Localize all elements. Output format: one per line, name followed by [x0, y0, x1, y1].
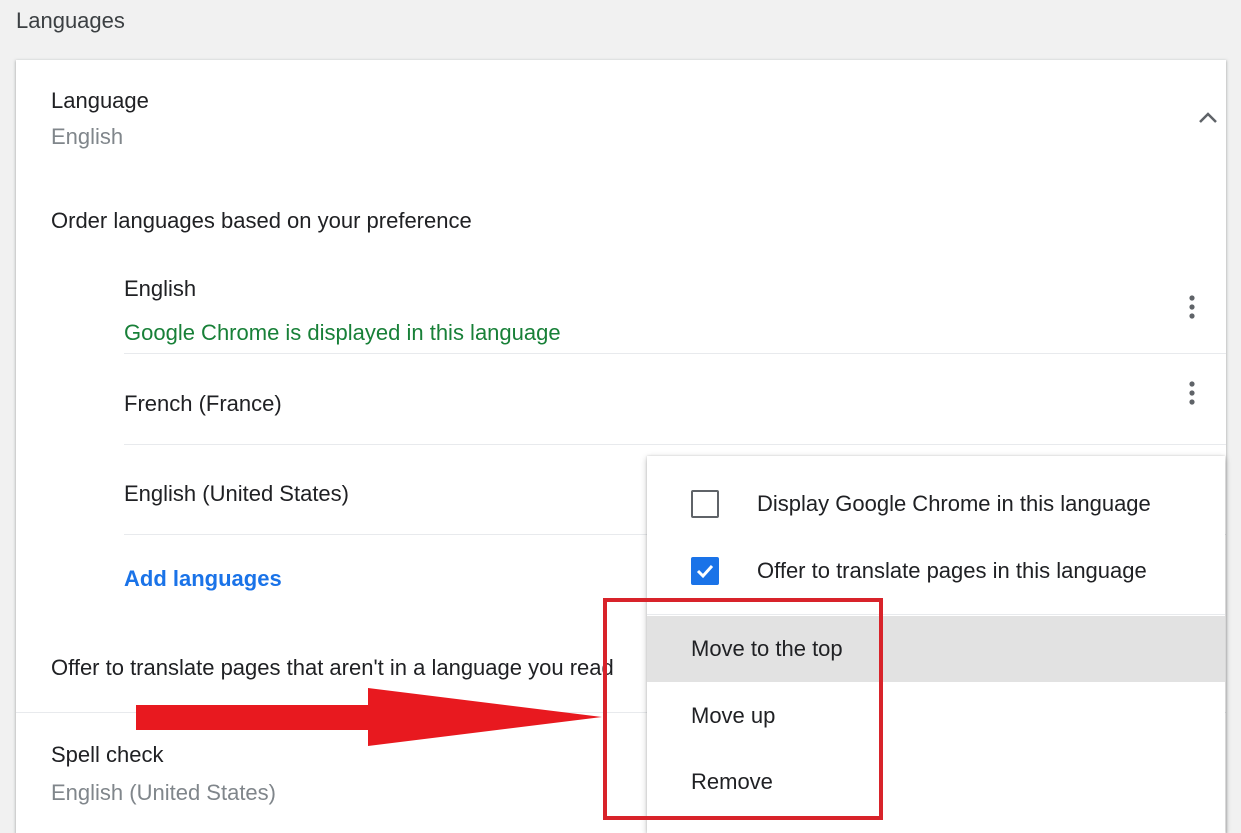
- chevron-up-icon[interactable]: [1194, 108, 1222, 128]
- section-title: Languages: [16, 8, 125, 33]
- order-languages-label: Order languages based on your preference: [51, 208, 472, 233]
- language-name: English: [124, 276, 197, 301]
- display-language-note: Google Chrome is displayed in this langu…: [124, 320, 561, 345]
- add-languages-link[interactable]: Add languages: [124, 566, 282, 592]
- settings-page: Languages Language English Order languag…: [0, 0, 1241, 833]
- annotation-arrow-icon: [136, 688, 602, 746]
- checkbox-checked-icon[interactable]: [691, 557, 719, 585]
- checkbox-label: Display Google Chrome in this language: [757, 491, 1151, 516]
- offer-translate-label[interactable]: Offer to translate pages that aren't in …: [51, 655, 651, 681]
- more-vert-icon[interactable]: [1182, 293, 1202, 323]
- menu-divider: [647, 614, 1225, 615]
- move-to-top-item[interactable]: Move to the top: [647, 616, 1225, 682]
- checkbox-label: Offer to translate pages in this languag…: [757, 558, 1147, 583]
- remove-item[interactable]: Remove: [647, 749, 1225, 815]
- list-item-english: English Google Chrome is displayed in th…: [124, 266, 1226, 354]
- more-vert-icon[interactable]: [1182, 379, 1202, 409]
- language-header[interactable]: Language English: [51, 88, 149, 150]
- checkbox-unchecked-icon[interactable]: [691, 490, 719, 518]
- list-item-french: French (France): [124, 354, 1226, 445]
- language-context-menu: Display Google Chrome in this language O…: [647, 456, 1225, 833]
- language-name: French (France): [124, 391, 282, 416]
- checkmark-icon: [696, 564, 714, 579]
- offer-translate-checkbox[interactable]: Offer to translate pages in this languag…: [691, 556, 1147, 586]
- language-current: English: [51, 124, 124, 149]
- language-label: Language: [51, 88, 149, 113]
- spell-check-value: English (United States): [51, 780, 276, 805]
- move-up-item[interactable]: Move up: [647, 683, 1225, 749]
- display-chrome-checkbox[interactable]: Display Google Chrome in this language: [691, 489, 1151, 519]
- spell-check-row[interactable]: Spell check English (United States): [51, 742, 276, 806]
